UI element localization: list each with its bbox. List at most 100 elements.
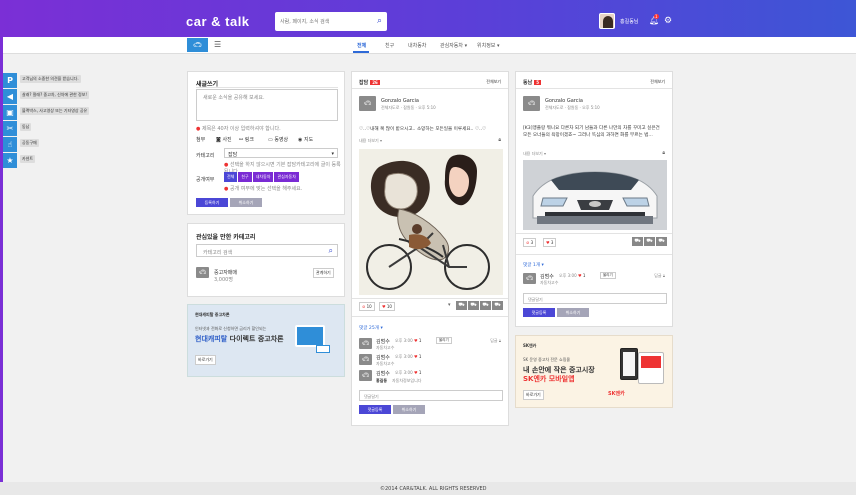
attach-photo[interactable]: ◙ 사진 [216,136,232,143]
car-icon: ⛟ [632,237,643,246]
avatar[interactable] [599,13,615,29]
category-select[interactable]: 잡담 ▾ [224,148,338,158]
comment-cancel-button[interactable]: 취소하기 [557,308,589,317]
comment-author[interactable]: 김범수 [376,354,390,361]
heart-button[interactable]: ♥ 3 [543,238,557,247]
comment-submit-button[interactable]: 댓글등록 [359,405,391,414]
gear-icon[interactable]: ⚙ [664,16,672,26]
reply-tag[interactable]: 올리기 [600,272,616,279]
comment-sub: 자동차고수 [376,361,395,366]
author-name[interactable]: Gonzalo Garcia [381,98,419,104]
attach-link[interactable]: ⚯ 링크 [239,136,254,143]
attach-map[interactable]: ◉ 지도 [298,136,313,143]
logo[interactable]: car & talk [186,14,250,29]
like-button[interactable]: ⊘ 3 [523,238,537,247]
comment-hearts: ♥ 1 [414,354,422,359]
comment-input[interactable]: 댓글달기 [523,293,667,304]
tab-interest-car[interactable]: 관심자동차 ▾ [440,42,467,49]
compose-placeholder: 새로운 소식을 공유해 보세요. [203,95,265,101]
public-options: 전체 친구 내차동차 관심자동차 [224,172,300,182]
ad-sk-encar[interactable]: SK엔카 SK 운영 중고차 전문 쇼핑몰 내 손안에 작은 중고시장 SK엔카… [515,335,673,408]
nested-author[interactable]: 홍길동 [376,378,387,384]
like-button[interactable]: ⊘ 10 [359,302,375,311]
category-search-placeholder: 카테고리 검색 [203,250,233,256]
comment-author[interactable]: 김범수 [540,273,554,280]
ad-line1: 인터넷과 전화로 신청하면 금리가 할인되는 [195,326,267,331]
search-icon[interactable]: ⌕ [329,246,333,256]
handshake-icon[interactable]: ✂ [3,121,17,136]
sub-navigation [3,37,856,54]
post-image[interactable] [359,149,503,295]
submit-button[interactable]: 등록하기 [196,198,228,207]
link-icon: ⚯ [239,137,244,143]
post-image[interactable] [523,160,667,230]
video-icon[interactable]: ▣ [3,105,17,120]
car-home-button[interactable]: 🚗︎ [187,38,208,52]
reply-link[interactable]: 답글 🔒︎ [654,273,665,279]
heart-button[interactable]: ♥ 10 [379,302,395,311]
tab-all[interactable]: 전체 [357,42,366,49]
menu-icon[interactable]: ☰ [214,40,221,49]
megaphone-icon[interactable]: ◀ [3,89,17,104]
user-name[interactable]: 홍길동님 [620,18,638,25]
sidebar-label-video: 블랙박스, 사고영상 또는 기타영상 공유 [20,107,90,115]
comment-avatar: 🚗︎ [359,354,372,365]
public-opt-friends[interactable]: 친구 [238,172,252,182]
chevron-down-icon[interactable]: ▾ [448,302,451,308]
comment-input[interactable]: 댓글달기 [359,390,503,401]
tab-location[interactable]: 위치정보 ▾ [477,42,500,49]
divider [516,233,672,234]
tab-friends[interactable]: 친구 [385,42,394,49]
comment-author[interactable]: 김범수 [376,338,390,345]
more-link[interactable]: 내용 더보기 ▾ [359,138,382,144]
ad-hyundai[interactable]: 현대캐피탈 중고차론 인터넷과 전화로 신청하면 금리가 할인되는 현대캐피탈 … [187,304,345,377]
heart-icon: ♥ [546,240,550,245]
search-input[interactable] [280,16,372,27]
public-opt-mycar[interactable]: 내차동차 [252,172,274,182]
reply-link[interactable]: 답글 🔒︎ [490,338,501,344]
search-icon[interactable]: ⌕ [377,16,382,26]
car-icon: ⛟ [480,301,491,310]
divider [352,88,508,89]
category-search[interactable]: 카테고리 검색 ⌕ [196,244,338,257]
cancel-button[interactable]: 취소하기 [230,198,262,207]
cart-icon[interactable]: ☝ [3,137,17,152]
like-icon: ⊘ [362,304,366,309]
footer: ©2014 CAR&TALK. ALL RIGHTS RESERVED [0,482,856,495]
star-icon[interactable]: ★ [3,153,17,168]
lock-icon: 🔒︎ [662,273,665,278]
view-all-link[interactable]: 전체보기 [650,79,665,85]
parking-icon[interactable]: P [3,73,17,88]
view-all-link[interactable]: 전체보기 [486,79,501,85]
ad-button[interactable]: 바로가기 [523,390,544,400]
car-icon: ⛟ [492,301,503,310]
ad-label: SK엔카 [523,343,537,348]
comment-author[interactable]: 김범수 [376,370,390,377]
attach-video[interactable]: ▭ 동영상 [268,136,288,143]
lock-icon: 🔒︎ [498,338,501,343]
comment-cancel-button[interactable]: 취소하기 [393,405,425,414]
compose-card: 새글쓰기 새로운 소식을 공유해 보세요. ● 제목은 40자 이상 입력하셔야… [187,71,345,215]
heart-icon: ♥ [578,273,582,278]
ad-line1: SK 운영 중고차 전문 쇼핑몰 [523,357,571,362]
search-box: ⌕ [275,12,387,31]
author-avatar[interactable]: 🚗︎ [359,96,376,111]
reply-tag[interactable]: 올리기 [436,337,452,344]
author-avatar[interactable]: 🚗︎ [523,96,540,111]
compose-hint: ● 제목은 40자 이상 입력하셔야 합니다. [196,126,281,132]
post-text: [K3]맹플랑 뭐니요 다른차 되기 남들과 다른 나만의 차를 꾸미고 싶은건… [523,126,660,138]
ad-button[interactable]: 바로가기 [195,355,216,365]
category-card: 관심있을 만한 카테고리 카테고리 검색 ⌕ 🚗︎ 중고자매매 3,000명 관… [187,223,345,297]
more-link[interactable]: 내용 더보기 ▾ [523,151,546,157]
tab-my-car[interactable]: 내차동차 [408,42,426,49]
comments-title[interactable]: 댓글 25개 ▾ [359,325,383,331]
join-button[interactable]: 관계하기 [313,268,334,278]
public-opt-all[interactable]: 전체 [224,172,238,182]
comment-submit-button[interactable]: 댓글등록 [523,308,555,317]
author-name[interactable]: Gonzalo Garcia [545,98,583,104]
comments-title[interactable]: 댓글 1개 ▾ [523,262,544,268]
category-item-name[interactable]: 중고자매매 [214,269,237,276]
public-opt-interest[interactable]: 관심자동차 [274,172,299,182]
compose-textarea[interactable]: 새로운 소식을 공유해 보세요. [196,89,338,121]
like-icon: ⊘ [526,240,530,245]
